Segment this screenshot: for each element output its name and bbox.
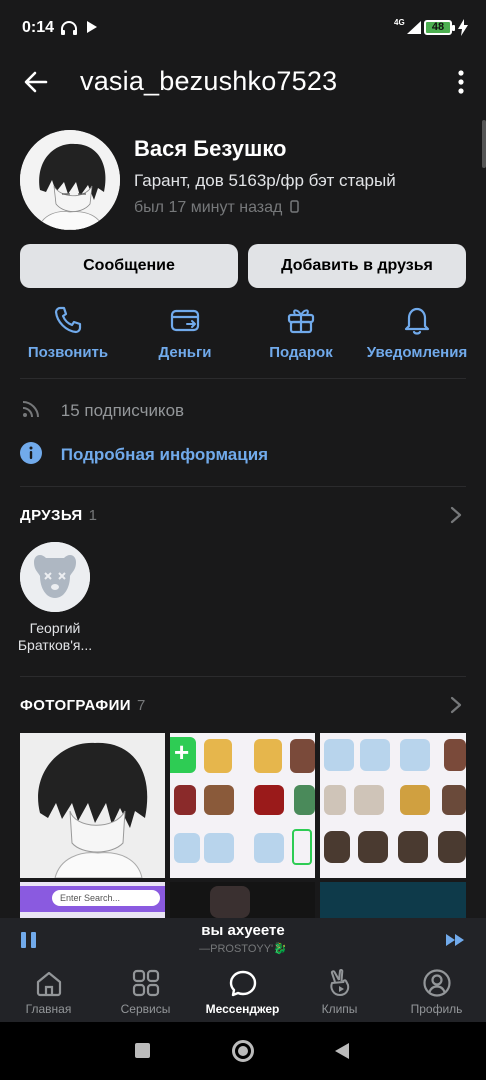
details-row[interactable]: Подробная информация bbox=[20, 442, 268, 465]
friends-title: ДРУЗЬЯ bbox=[20, 507, 83, 524]
photo-thumbnail[interactable] bbox=[170, 882, 315, 918]
profile-icon bbox=[422, 969, 451, 997]
message-button[interactable]: Сообщение bbox=[20, 244, 238, 288]
divider bbox=[20, 486, 466, 487]
status-bar: 0:14 4G 48 bbox=[0, 0, 486, 58]
messenger-icon bbox=[229, 970, 256, 997]
info-icon bbox=[20, 442, 42, 464]
recents-button[interactable] bbox=[135, 1043, 150, 1058]
track-artist: —PROSTOYY'🐉 bbox=[199, 943, 287, 955]
system-navigation-bar bbox=[0, 1022, 486, 1080]
profile-name: Вася Безушко bbox=[134, 136, 287, 161]
photo-thumbnail[interactable]: Enter Search... bbox=[20, 882, 165, 918]
home-button[interactable] bbox=[232, 1040, 254, 1062]
back-button[interactable] bbox=[334, 1042, 350, 1060]
photo-thumbnail[interactable]: + bbox=[170, 733, 315, 878]
back-arrow-icon[interactable] bbox=[22, 68, 50, 96]
chevron-right-icon[interactable] bbox=[450, 696, 462, 714]
tab-services[interactable]: Сервисы bbox=[97, 968, 194, 1016]
friends-section-header[interactable]: ДРУЗЬЯ 1 bbox=[20, 507, 97, 524]
clips-icon bbox=[329, 969, 349, 996]
header-username: vasia_bezushko7523 bbox=[80, 66, 338, 96]
add-friend-button[interactable]: Добавить в друзья bbox=[248, 244, 466, 288]
tab-home-label: Главная bbox=[25, 1002, 72, 1016]
home-icon bbox=[36, 971, 61, 997]
money-action[interactable]: Деньги bbox=[130, 304, 240, 361]
photo-search-text: Enter Search... bbox=[52, 890, 160, 906]
profile-status: Гарант, дов 5163р/фр бэт старый bbox=[134, 171, 396, 190]
divider bbox=[20, 378, 466, 379]
bottom-tab-bar: Главная Сервисы Мессенджер Клипы Профиль bbox=[0, 962, 486, 1022]
services-icon bbox=[132, 969, 159, 997]
notifications-label: Уведомления bbox=[366, 344, 468, 361]
headphones-icon bbox=[61, 21, 77, 35]
followers-row[interactable]: 15 подписчиков bbox=[20, 398, 184, 421]
details-link: Подробная информация bbox=[60, 445, 269, 464]
more-options-icon[interactable] bbox=[456, 69, 466, 95]
gift-label: Подарок bbox=[269, 344, 333, 361]
profile-avatar[interactable] bbox=[20, 130, 120, 230]
divider bbox=[20, 676, 466, 677]
profile-header: vasia_bezushko7523 bbox=[0, 58, 486, 108]
call-label: Позвонить bbox=[27, 344, 109, 361]
photos-section-header[interactable]: ФОТОГРАФИИ 7 bbox=[20, 697, 146, 714]
network-type: 4G bbox=[394, 18, 405, 27]
deactivated-dog-icon bbox=[20, 542, 90, 612]
audio-player[interactable]: вы ахуеете —PROSTOYY'🐉 bbox=[0, 918, 486, 962]
phone-icon bbox=[54, 306, 82, 334]
followers-count: 15 подписчиков bbox=[60, 401, 185, 420]
call-action[interactable]: Позвонить bbox=[13, 304, 123, 361]
tab-home[interactable]: Главная bbox=[0, 968, 97, 1016]
mobile-icon bbox=[290, 200, 299, 213]
bell-icon bbox=[404, 307, 430, 335]
money-icon bbox=[170, 309, 200, 332]
play-status-icon bbox=[87, 21, 97, 33]
signal-icon bbox=[407, 21, 421, 34]
friend-name[interactable]: Георгий Братков'я... bbox=[10, 620, 100, 654]
friends-count: 1 bbox=[88, 507, 98, 524]
photos-count: 7 bbox=[136, 697, 146, 714]
battery-indicator: 48 bbox=[424, 20, 455, 35]
tab-messenger[interactable]: Мессенджер bbox=[194, 968, 291, 1016]
track-title: вы ахуеете bbox=[201, 922, 285, 939]
money-label: Деньги bbox=[158, 344, 212, 361]
status-time: 0:14 bbox=[22, 19, 55, 36]
tab-clips-label: Клипы bbox=[321, 1002, 358, 1016]
friend-avatar[interactable] bbox=[20, 542, 90, 612]
photos-title: ФОТОГРАФИИ bbox=[20, 697, 131, 714]
tab-profile[interactable]: Профиль bbox=[388, 968, 485, 1016]
tab-services-label: Сервисы bbox=[120, 1002, 171, 1016]
gift-icon bbox=[287, 309, 315, 334]
charging-icon bbox=[458, 19, 468, 36]
gift-action[interactable]: Подарок bbox=[246, 304, 356, 361]
photo-thumbnail[interactable] bbox=[320, 733, 466, 878]
chevron-right-icon[interactable] bbox=[450, 506, 462, 524]
scrollbar[interactable] bbox=[482, 120, 486, 168]
last-seen: был 17 минут назад bbox=[134, 199, 299, 217]
tab-profile-label: Профиль bbox=[410, 1002, 463, 1016]
next-track-icon[interactable] bbox=[446, 934, 466, 946]
rss-icon bbox=[22, 401, 39, 418]
photo-thumbnail[interactable] bbox=[320, 882, 466, 918]
notifications-action[interactable]: Уведомления bbox=[362, 304, 472, 361]
tab-messenger-label: Мессенджер bbox=[205, 1002, 280, 1016]
photo-thumbnail[interactable] bbox=[20, 733, 165, 878]
tab-clips[interactable]: Клипы bbox=[291, 968, 388, 1016]
last-seen-text: был 17 минут назад bbox=[134, 199, 283, 216]
